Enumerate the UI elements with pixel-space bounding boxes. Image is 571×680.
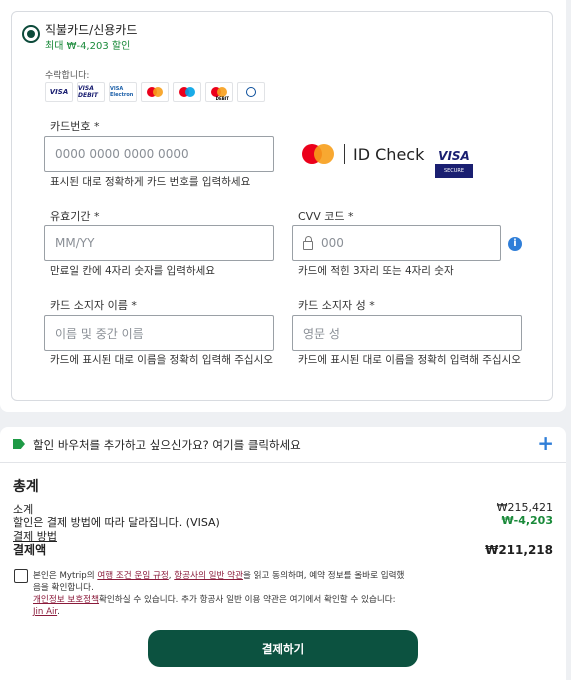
discount-value: ₩-4,203 bbox=[501, 514, 554, 527]
terms-text-1: 본인은 Mytrip의 bbox=[33, 571, 98, 581]
terms-text-4: 확인하실 수 있습니다. 추가 항공사 일반 이용 약관은 여기에서 확인할 수… bbox=[98, 595, 396, 605]
accepted-cards-logos: VISA VISA DEBIT VISA Electron DEBIT bbox=[45, 82, 265, 102]
price-summary: 총계 소계 ₩215,421 할인은 결제 방법에 따라 달라집니다. (VIS… bbox=[0, 463, 566, 680]
expiry-label: 유효기간 * bbox=[50, 210, 100, 223]
card-number-label: 카드번호 * bbox=[50, 120, 100, 133]
pay-button[interactable]: 결제하기 bbox=[148, 630, 418, 667]
privacy-policy-link[interactable]: 개인정보 보호정책 bbox=[33, 595, 99, 605]
id-check-text: ID Check bbox=[353, 144, 425, 164]
voucher-link[interactable]: 할인 바우처를 추가하고 싶으신가요? 여기를 클릭하세요 bbox=[33, 437, 301, 453]
terms-checkbox[interactable] bbox=[14, 569, 28, 583]
lock-icon bbox=[303, 235, 313, 250]
total-value: ₩211,218 bbox=[485, 543, 553, 557]
terms-text: 본인은 Mytrip의 여행 조건 운임 규정, 항공사의 일반 약관을 읽고 … bbox=[33, 570, 405, 618]
card-option-discount: 최대 ₩-4,203 할인 bbox=[45, 41, 131, 52]
cvv-info-icon[interactable]: i bbox=[508, 237, 522, 251]
mastercard-debit-logo: DEBIT bbox=[205, 82, 233, 102]
first-name-label: 카드 소지자 이름 * bbox=[50, 299, 137, 312]
last-name-hint: 카드에 표시된 대로 이름을 정확히 입력해 주십시오 bbox=[298, 354, 521, 366]
visa-electron-logo: VISA Electron bbox=[109, 82, 137, 102]
fare-rules-link[interactable]: 여행 조건 운임 규정 bbox=[97, 571, 168, 581]
visa-secure-visa: VISA bbox=[438, 149, 470, 163]
last-name-input[interactable]: 영문 성 bbox=[292, 315, 522, 351]
accepted-cards-label: 수락합니다: bbox=[45, 71, 90, 81]
cvv-hint: 카드에 적힌 3자리 또는 4자리 숫자 bbox=[298, 265, 454, 277]
terms-text-5: . bbox=[57, 607, 60, 617]
subtotal-value: ₩215,421 bbox=[496, 501, 553, 514]
card-option-radio[interactable] bbox=[22, 25, 40, 43]
expiry-hint: 만료일 칸에 4자리 숫자를 입력하세요 bbox=[50, 265, 215, 277]
first-name-input[interactable]: 이름 및 중간 이름 bbox=[44, 315, 274, 351]
card-option-title: 직불카드/신용카드 bbox=[45, 23, 138, 37]
jin-air-link[interactable]: Jin Air bbox=[33, 607, 57, 617]
visa-debit-logo: VISA DEBIT bbox=[77, 82, 105, 102]
diners-club-logo bbox=[237, 82, 265, 102]
card-payment-option[interactable]: 직불카드/신용카드 최대 ₩-4,203 할인 수락합니다: VISA VISA… bbox=[11, 11, 553, 401]
card-number-input[interactable]: 0000 0000 0000 0000 bbox=[44, 136, 274, 172]
airline-terms-link[interactable]: 항공사의 일반 약관 bbox=[174, 571, 243, 581]
mastercard-icon bbox=[302, 144, 334, 164]
mastercard-logo bbox=[141, 82, 169, 102]
first-name-hint: 카드에 표시된 대로 이름을 정확히 입력해 주십시오 bbox=[50, 354, 273, 366]
cvv-input[interactable]: 000 bbox=[292, 225, 501, 261]
expiry-input[interactable]: MM/YY bbox=[44, 225, 274, 261]
last-name-label: 카드 소지자 성 * bbox=[298, 299, 375, 312]
summary-title: 총계 bbox=[13, 479, 39, 495]
visa-secure-label: SECURE bbox=[435, 164, 473, 178]
plus-icon[interactable]: + bbox=[537, 431, 554, 455]
card-number-hint: 표시된 대로 정확하게 카드 번호를 입력하세요 bbox=[50, 176, 251, 188]
cvv-label: CVV 코드 * bbox=[298, 210, 354, 223]
mastercard-id-check: ID Check bbox=[302, 144, 424, 164]
tag-icon bbox=[13, 439, 25, 449]
maestro-logo bbox=[173, 82, 201, 102]
visa-logo: VISA bbox=[45, 82, 73, 102]
voucher-bar[interactable]: 할인 바우처를 추가하고 싶으신가요? 여기를 클릭하세요 + bbox=[0, 427, 566, 463]
cvv-placeholder: 000 bbox=[321, 236, 344, 250]
visa-secure-badge: VISA SECURE bbox=[435, 149, 473, 178]
total-label: 결제액 bbox=[13, 543, 47, 557]
card-payment-panel: 직불카드/신용카드 최대 ₩-4,203 할인 수락합니다: VISA VISA… bbox=[0, 0, 566, 412]
